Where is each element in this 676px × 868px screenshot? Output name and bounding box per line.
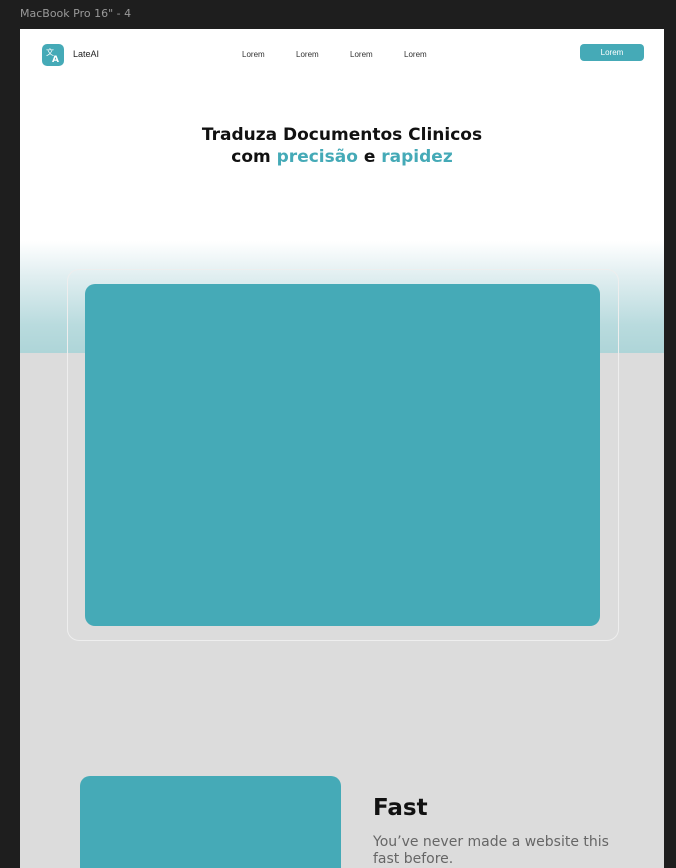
brand-name[interactable]: LateAI [73,49,99,59]
frame-label: MacBook Pro 16" - 4 [20,7,132,20]
nav-link-4[interactable]: Lorem [404,50,427,59]
hero-prefix: com [231,147,277,167]
svg-text:A: A [52,55,59,65]
hero-connector: e [357,147,382,167]
hero-accent-rapidez: rapidez [381,147,453,167]
translate-icon[interactable]: 文 A [42,44,64,66]
feature-title: Fast [373,795,428,821]
nav-link-3[interactable]: Lorem [350,50,373,59]
preview-image-placeholder [85,284,600,626]
page-canvas: 文 A LateAI Lorem Lorem Lorem Lorem Lorem… [20,29,664,868]
feature-image-placeholder [80,776,341,868]
hero-title-line2: com precisão e rapidez [20,146,664,168]
feature-description: You’ve never made a website this fast be… [373,834,609,867]
hero-accent-precisao: precisão [276,147,358,167]
hero-title: Traduza Documentos Clinicos com precisão… [20,124,664,168]
hero-title-line1: Traduza Documentos Clinicos [201,125,483,145]
nav-link-2[interactable]: Lorem [296,50,319,59]
nav-link-1[interactable]: Lorem [242,50,265,59]
cta-button[interactable]: Lorem [580,44,644,61]
navbar: 文 A LateAI Lorem Lorem Lorem Lorem Lorem [20,29,664,79]
